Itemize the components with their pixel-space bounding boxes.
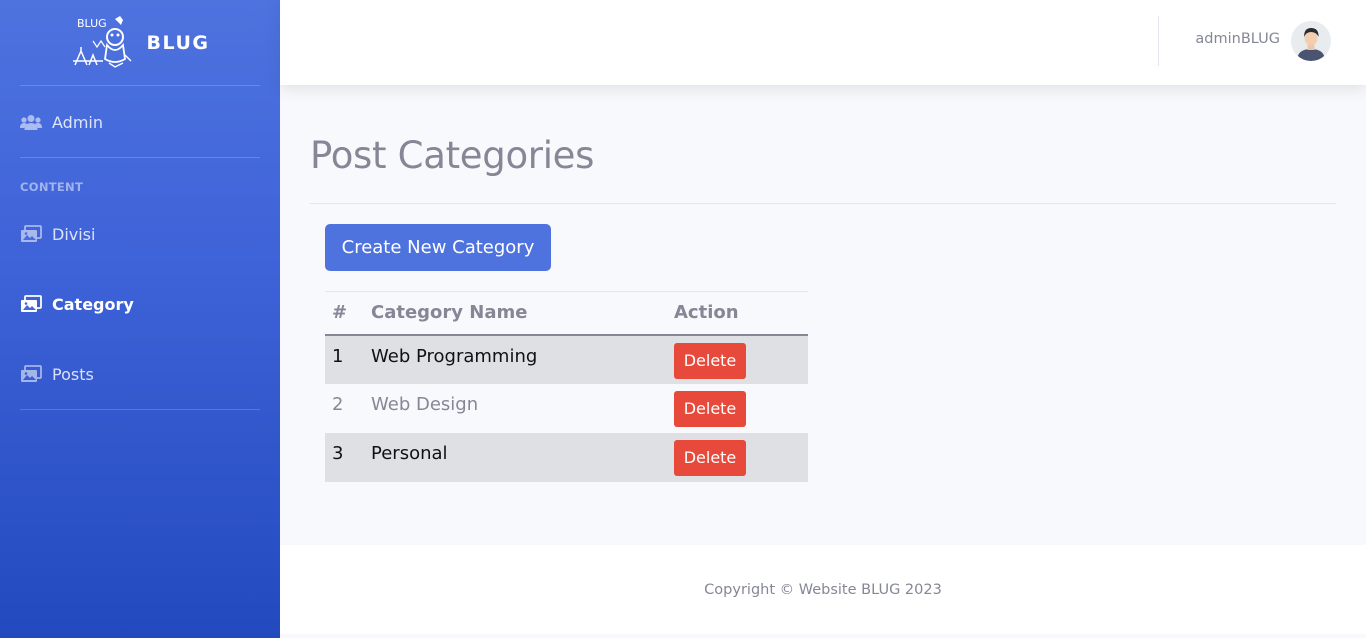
- footer: Copyright © Website BLUG 2023: [280, 545, 1366, 634]
- svg-text:BLUG: BLUG: [77, 17, 107, 30]
- sidebar-item-label: Posts: [52, 364, 94, 384]
- table-row: 2 Web Design Delete: [325, 383, 808, 433]
- images-icon: [20, 295, 42, 313]
- brand-name: BLUG: [146, 31, 210, 54]
- delete-button[interactable]: Delete: [674, 342, 746, 379]
- sidebar-brand[interactable]: BLUG BLUG: [0, 0, 280, 85]
- topbar-divider: [1158, 16, 1159, 66]
- images-icon: [20, 225, 42, 243]
- sidebar-item-label: Divisi: [52, 224, 96, 244]
- action-cell: Delete: [667, 383, 808, 433]
- topbar: adminBLUG: [280, 0, 1366, 85]
- copyright-text: Copyright © Website BLUG 2023: [704, 581, 942, 598]
- row-number: 1: [325, 334, 364, 384]
- column-header-action: Action: [667, 291, 808, 336]
- categories-table: # Category Name Action 1 Web Programming…: [325, 291, 808, 482]
- sidebar-divider: [20, 409, 260, 410]
- sidebar-divider: [20, 85, 260, 86]
- table-row: 1 Web Programming Delete: [325, 334, 808, 384]
- sidebar-heading-content: CONTENT: [20, 180, 84, 194]
- sidebar-item-admin[interactable]: Admin: [20, 107, 260, 137]
- create-category-button[interactable]: Create New Category: [325, 224, 551, 271]
- table-header-row: # Category Name Action: [325, 291, 808, 336]
- column-header-number: #: [325, 291, 364, 336]
- category-name: Web Design: [364, 383, 667, 433]
- category-name: Personal: [364, 432, 667, 482]
- row-number: 3: [325, 432, 364, 482]
- row-number: 2: [325, 383, 364, 433]
- delete-button[interactable]: Delete: [674, 390, 746, 427]
- title-divider: [310, 203, 1336, 204]
- user-name[interactable]: adminBLUG: [1195, 31, 1280, 47]
- sidebar-divider: [20, 157, 260, 158]
- sidebar-item-label: Category: [52, 294, 134, 314]
- category-name: Web Programming: [364, 334, 667, 384]
- action-cell: Delete: [667, 432, 808, 482]
- column-header-category-name: Category Name: [364, 291, 667, 336]
- sidebar: BLUG BLUG Admin CONTENT Divisi Category …: [0, 0, 280, 638]
- sidebar-item-label: Admin: [52, 112, 103, 132]
- images-icon: [20, 365, 42, 383]
- table-row: 3 Personal Delete: [325, 432, 808, 482]
- delete-button[interactable]: Delete: [674, 439, 746, 476]
- users-icon: [20, 113, 42, 131]
- sidebar-item-divisi[interactable]: Divisi: [20, 219, 260, 249]
- brand-logo: BLUG: [72, 15, 132, 68]
- action-cell: Delete: [667, 334, 808, 384]
- avatar-image: [1291, 21, 1331, 61]
- avatar[interactable]: [1291, 21, 1331, 61]
- page-title: Post Categories: [310, 134, 595, 177]
- sidebar-item-posts[interactable]: Posts: [20, 359, 260, 389]
- sidebar-item-category[interactable]: Category: [20, 289, 260, 319]
